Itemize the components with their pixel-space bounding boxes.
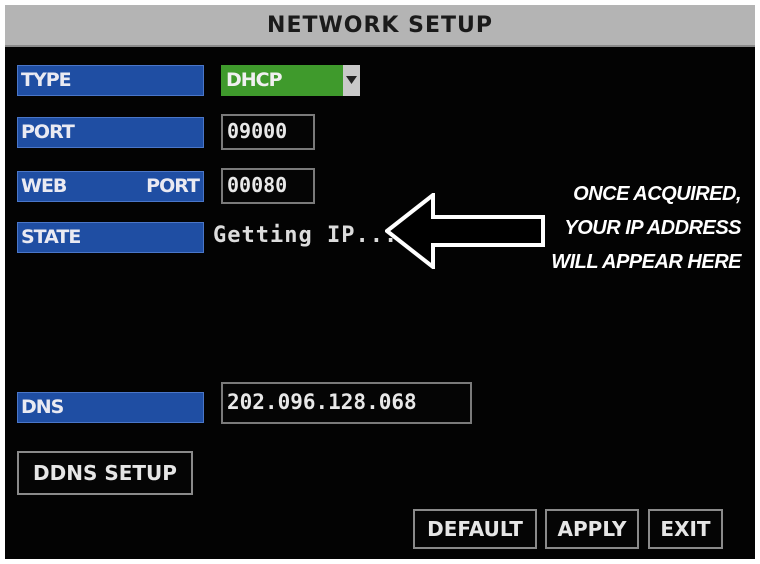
annotation-line-2: YOUR IP ADDRESS: [564, 217, 741, 239]
port-field[interactable]: 09000: [221, 114, 315, 150]
port-label: PORT: [17, 117, 204, 148]
ip-annotation: ONCE ACQUIRED, YOUR IP ADDRESS WILL APPE…: [511, 177, 741, 279]
page-title: NETWORK SETUP: [267, 13, 493, 38]
type-select-dropdown[interactable]: [343, 65, 360, 96]
web-port-label-left: WEB: [21, 175, 67, 197]
default-button[interactable]: DEFAULT: [413, 509, 537, 549]
ddns-setup-button[interactable]: DDNS SETUP: [17, 451, 193, 495]
annotation-line-1: ONCE ACQUIRED,: [573, 183, 741, 205]
dns-field[interactable]: 202.096.128.068: [221, 382, 472, 424]
exit-button[interactable]: EXIT: [648, 509, 723, 549]
type-label: TYPE: [17, 65, 204, 96]
web-port-field[interactable]: 00080: [221, 168, 315, 204]
type-select[interactable]: DHCP: [221, 65, 360, 96]
dvr-screen: NETWORK SETUP TYPE DHCP PORT 09000 WEB P…: [5, 5, 755, 559]
type-select-value: DHCP: [226, 69, 283, 91]
web-port-label-right: PORT: [146, 175, 200, 197]
state-value: Getting IP...: [213, 223, 399, 248]
state-label: STATE: [17, 222, 204, 253]
chevron-down-icon: [346, 76, 357, 84]
apply-button[interactable]: APPLY: [545, 509, 639, 549]
title-bar: NETWORK SETUP: [5, 5, 755, 47]
web-port-label: WEB PORT: [17, 171, 204, 202]
annotation-line-3: WILL APPEAR HERE: [551, 251, 741, 273]
dns-label: DNS: [17, 392, 204, 423]
